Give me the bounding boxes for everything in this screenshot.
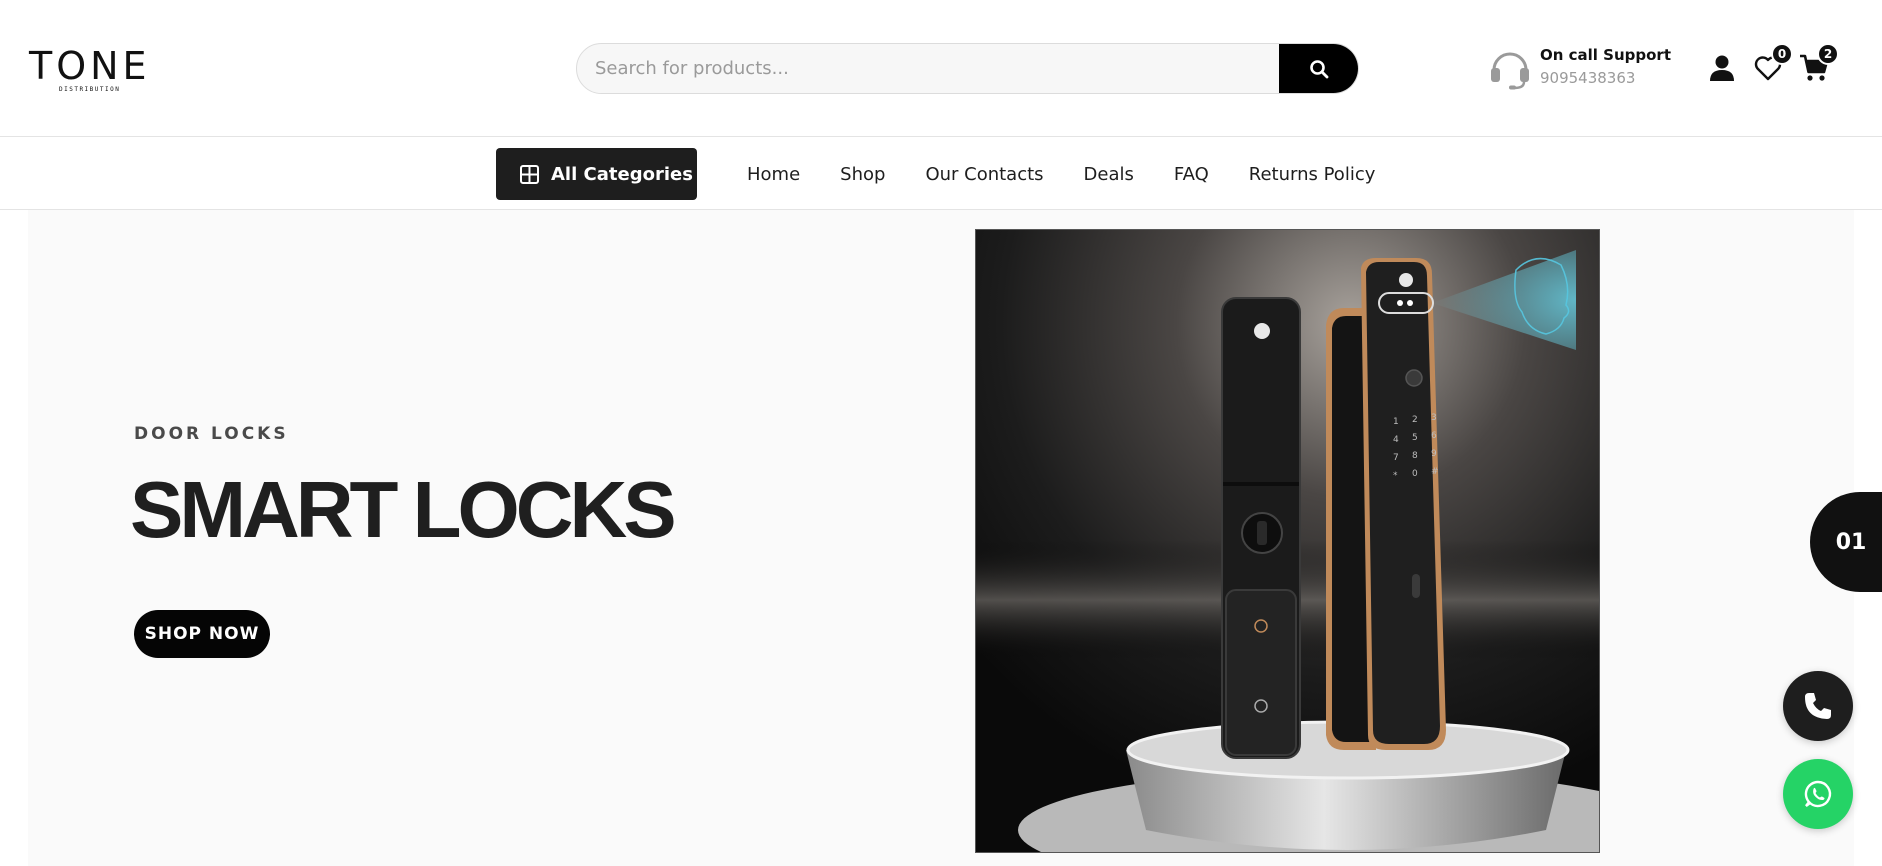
support-phone[interactable]: 9095438363 [1540, 69, 1635, 87]
support-title: On call Support [1540, 46, 1672, 64]
all-categories-label: All Categories [551, 163, 693, 185]
svg-text:4: 4 [1393, 435, 1399, 445]
search-bar [576, 43, 1359, 94]
main-nav: All Categories Home Shop Our Contacts De… [0, 137, 1882, 210]
account-button[interactable] [1706, 52, 1738, 84]
svg-text:#: # [1431, 467, 1439, 477]
svg-text:9: 9 [1431, 449, 1437, 459]
phone-icon [1805, 693, 1831, 719]
whatsapp-icon [1804, 780, 1832, 808]
svg-text:3: 3 [1431, 413, 1437, 423]
svg-text:5: 5 [1412, 433, 1418, 443]
svg-text:0: 0 [1412, 469, 1418, 479]
headset-icon [1491, 52, 1529, 90]
shop-now-button[interactable]: SHOP NOW [134, 610, 270, 658]
hero-eyebrow: DOOR LOCKS [134, 424, 289, 444]
all-categories-button[interactable]: All Categories [496, 148, 697, 200]
search-input[interactable] [595, 44, 1275, 93]
cart-button[interactable]: 2 [1798, 43, 1839, 84]
hero-slider: DOOR LOCKS SMART LOCKS SHOP NOW 1 2 3 4 … [28, 210, 1854, 866]
cart-count-badge: 2 [1817, 43, 1839, 65]
wishlist-count-badge: 0 [1771, 43, 1793, 65]
logo-tagline: DISTRIBUTION [59, 86, 121, 93]
logo-wordmark: TONE [29, 44, 151, 88]
svg-text:2: 2 [1412, 415, 1418, 425]
search-icon [1310, 59, 1329, 78]
svg-text:6: 6 [1431, 431, 1437, 441]
site-header: TONE DISTRIBUTION On call Support 909543… [0, 0, 1882, 137]
nav-link-shop[interactable]: Shop [840, 164, 885, 185]
nav-link-our-contacts[interactable]: Our Contacts [925, 164, 1043, 185]
nav-link-deals[interactable]: Deals [1084, 164, 1134, 185]
svg-text:1: 1 [1393, 417, 1399, 427]
nav-link-faq[interactable]: FAQ [1174, 164, 1209, 185]
search-button[interactable] [1279, 44, 1358, 93]
support-block[interactable]: On call Support 9095438363 [1488, 44, 1678, 92]
grid-icon [520, 164, 539, 184]
svg-text:*: * [1393, 471, 1398, 481]
nav-links: Home Shop Our Contacts Deals FAQ Returns… [727, 148, 1395, 200]
hero-headline: SMART LOCKS [130, 465, 677, 554]
hero-product-image: 1 2 3 4 5 6 7 8 9 * 0 # [975, 229, 1600, 853]
user-icon [1710, 55, 1734, 81]
wishlist-button[interactable]: 0 [1752, 43, 1793, 84]
svg-text:7: 7 [1393, 453, 1399, 463]
smart-lock-illustration: 1 2 3 4 5 6 7 8 9 * 0 # [976, 230, 1599, 852]
floating-whatsapp-button[interactable] [1783, 759, 1853, 829]
nav-link-home[interactable]: Home [747, 164, 800, 185]
nav-link-returns-policy[interactable]: Returns Policy [1249, 164, 1376, 185]
logo[interactable]: TONE DISTRIBUTION [29, 44, 147, 96]
svg-text:8: 8 [1412, 451, 1418, 461]
floating-call-button[interactable] [1783, 671, 1853, 741]
